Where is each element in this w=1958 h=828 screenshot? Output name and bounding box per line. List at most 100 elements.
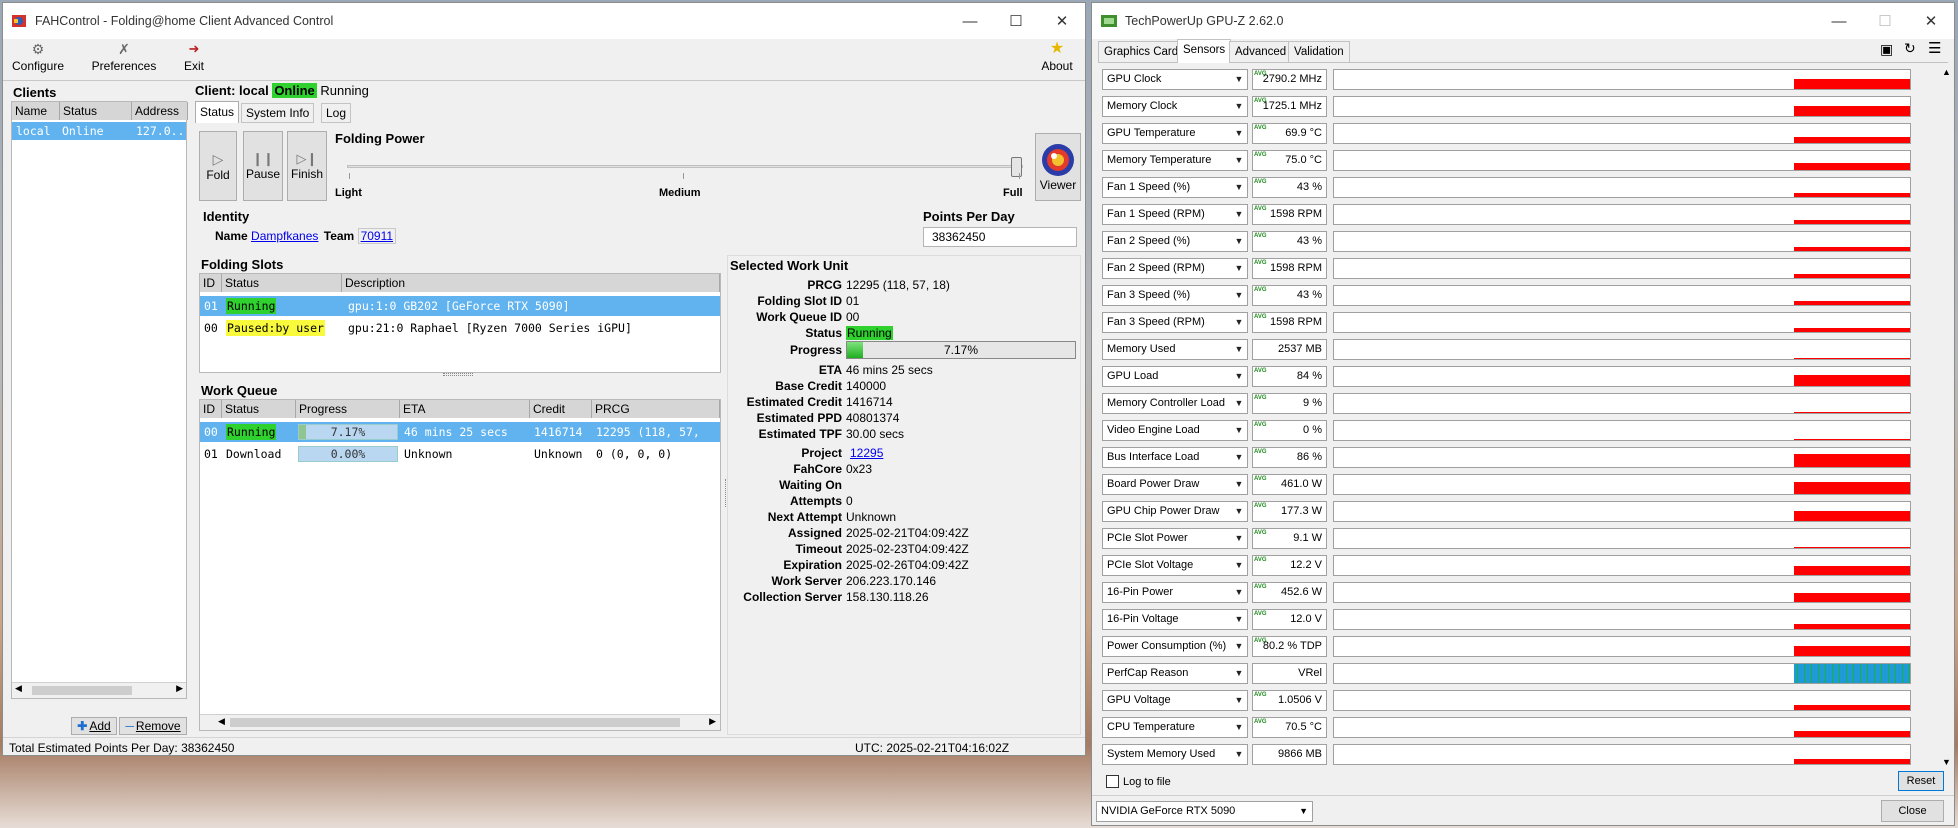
sensor-name-select[interactable]: GPU Chip Power Draw <box>1102 501 1248 522</box>
scroll-right-icon[interactable]: ▶ <box>176 683 183 694</box>
sensor-name-select[interactable]: Fan 1 Speed (%) <box>1102 177 1248 198</box>
chevron-down-icon[interactable]: ▼ <box>1232 746 1246 762</box>
reset-button[interactable]: Reset <box>1898 771 1944 791</box>
fold-button[interactable]: ▷ Fold <box>199 131 237 201</box>
chevron-down-icon[interactable]: ▼ <box>1232 125 1246 141</box>
chevron-down-icon[interactable]: ▼ <box>1232 341 1246 357</box>
clients-col-name[interactable]: Name <box>12 102 60 120</box>
tab-log[interactable]: Log <box>321 103 352 123</box>
chevron-down-icon[interactable]: ▼ <box>1232 71 1246 87</box>
device-select[interactable]: NVIDIA GeForce RTX 5090 ▼ <box>1096 801 1313 822</box>
tab-system-info[interactable]: System Info <box>241 103 315 123</box>
close-button[interactable]: ✕ <box>1908 3 1954 39</box>
identity-name-link[interactable]: Dampfkanes <box>251 229 318 243</box>
finish-button[interactable]: ▷❙ Finish <box>287 131 327 201</box>
client-row-local[interactable]: local Online 127.0... <box>12 122 186 140</box>
queue-row[interactable]: 00 Running 7.17% 46 mins 25 secs 1416714… <box>200 422 720 442</box>
chevron-down-icon[interactable]: ▼ <box>1232 179 1246 195</box>
sensor-name-select[interactable]: Fan 2 Speed (RPM) <box>1102 258 1248 279</box>
chevron-down-icon[interactable]: ▼ <box>1232 611 1246 627</box>
remove-client-button[interactable]: ─ Remove <box>119 717 187 735</box>
scroll-down-icon[interactable]: ▼ <box>1942 757 1951 767</box>
sensor-name-select[interactable]: GPU Temperature <box>1102 123 1248 144</box>
chevron-down-icon[interactable]: ▼ <box>1232 422 1246 438</box>
close-gpuz-button[interactable]: Close <box>1881 800 1944 822</box>
chevron-down-icon[interactable]: ▼ <box>1232 719 1246 735</box>
sensor-name-select[interactable]: PCIe Slot Voltage <box>1102 555 1248 576</box>
clients-col-status[interactable]: Status <box>60 102 132 120</box>
queue-col-id[interactable]: ID <box>200 400 222 418</box>
chevron-down-icon[interactable]: ▼ <box>1232 476 1246 492</box>
close-button[interactable]: ✕ <box>1039 3 1085 39</box>
identity-team-link[interactable]: 70911 <box>357 228 397 244</box>
wu-project-link[interactable]: 12295 <box>850 446 883 460</box>
queue-hscrollbar[interactable]: ◀ ▶ <box>200 714 720 730</box>
sensor-name-select[interactable]: Fan 3 Speed (RPM) <box>1102 312 1248 333</box>
scroll-up-icon[interactable]: ▲ <box>1942 67 1951 77</box>
chevron-down-icon[interactable]: ▼ <box>1232 233 1246 249</box>
sensor-name-select[interactable]: Board Power Draw <box>1102 474 1248 495</box>
menu-icon[interactable]: ☰ <box>1928 39 1941 57</box>
about-button[interactable]: ★ About <box>1037 39 1077 79</box>
chevron-down-icon[interactable]: ▼ <box>1232 152 1246 168</box>
slots-col-id[interactable]: ID <box>200 274 222 292</box>
fah-titlebar[interactable]: FAHControl - Folding@home Client Advance… <box>3 3 1085 39</box>
chevron-down-icon[interactable]: ▼ <box>1232 638 1246 654</box>
minimize-button[interactable]: — <box>947 3 993 39</box>
chevron-down-icon[interactable]: ▼ <box>1232 206 1246 222</box>
log-to-file-checkbox[interactable]: Log to file <box>1106 775 1171 788</box>
slot-row[interactable]: 01 Running gpu:1:0 GB202 [GeForce RTX 50… <box>200 296 720 316</box>
sensor-name-select[interactable]: PCIe Slot Power <box>1102 528 1248 549</box>
scroll-left-icon[interactable]: ◀ <box>15 683 22 694</box>
splitter-handle[interactable] <box>443 373 473 376</box>
tab-graphics-card[interactable]: Graphics Card <box>1098 41 1185 63</box>
chevron-down-icon[interactable]: ▼ <box>1232 368 1246 384</box>
refresh-icon[interactable]: ↻ <box>1904 40 1916 57</box>
sensor-name-select[interactable]: Memory Controller Load <box>1102 393 1248 414</box>
slots-col-status[interactable]: Status <box>222 274 342 292</box>
sensor-name-select[interactable]: Memory Used <box>1102 339 1248 360</box>
sensor-name-select[interactable]: Fan 2 Speed (%) <box>1102 231 1248 252</box>
sensor-name-select[interactable]: PerfCap Reason <box>1102 663 1248 684</box>
sensor-name-select[interactable]: 16-Pin Voltage <box>1102 609 1248 630</box>
tab-sensors[interactable]: Sensors <box>1177 39 1232 63</box>
sensor-name-select[interactable]: Memory Temperature <box>1102 150 1248 171</box>
chevron-down-icon[interactable]: ▼ <box>1232 314 1246 330</box>
queue-col-credit[interactable]: Credit <box>530 400 592 418</box>
checkbox-box[interactable] <box>1106 775 1119 788</box>
queue-scroll-thumb[interactable] <box>230 718 680 727</box>
scroll-left-icon[interactable]: ◀ <box>218 716 225 727</box>
chevron-down-icon[interactable]: ▼ <box>1232 98 1246 114</box>
tab-validation[interactable]: Validation <box>1288 41 1350 63</box>
preferences-button[interactable]: ✗ Preferences <box>83 39 165 79</box>
chevron-down-icon[interactable]: ▼ <box>1232 530 1246 546</box>
folding-slots-table[interactable]: ID Status Description 01 Running gpu:1:0… <box>199 273 721 373</box>
queue-col-progress[interactable]: Progress <box>296 400 400 418</box>
sensor-name-select[interactable]: Bus Interface Load <box>1102 447 1248 468</box>
maximize-button[interactable]: ☐ <box>993 3 1039 39</box>
sensor-name-select[interactable]: CPU Temperature <box>1102 717 1248 738</box>
sensor-name-select[interactable]: GPU Load <box>1102 366 1248 387</box>
clients-list[interactable]: Name Status Address local Online 127.0..… <box>11 101 188 699</box>
configure-button[interactable]: ⚙ Configure <box>7 39 69 79</box>
chevron-down-icon[interactable]: ▼ <box>1232 503 1246 519</box>
sensor-vscrollbar[interactable]: ▲ ▼ <box>1940 67 1954 767</box>
work-queue-table[interactable]: ID Status Progress ETA Credit PRCG 00 Ru… <box>199 399 721 731</box>
queue-col-prcg[interactable]: PRCG <box>592 400 720 418</box>
tab-advanced[interactable]: Advanced <box>1229 41 1293 63</box>
sensor-name-select[interactable]: Power Consumption (%) <box>1102 636 1248 657</box>
sensor-name-select[interactable]: Fan 1 Speed (RPM) <box>1102 204 1248 225</box>
slot-row[interactable]: 00 Paused:by user gpu:21:0 Raphael [Ryze… <box>200 318 720 338</box>
clients-scroll-thumb[interactable] <box>32 686 132 695</box>
add-client-button[interactable]: ✚ Add <box>71 717 117 735</box>
minimize-button[interactable]: — <box>1816 3 1862 39</box>
clients-col-address[interactable]: Address <box>132 102 188 120</box>
chevron-down-icon[interactable]: ▼ <box>1232 557 1246 573</box>
sensor-name-select[interactable]: Fan 3 Speed (%) <box>1102 285 1248 306</box>
chevron-down-icon[interactable]: ▼ <box>1232 665 1246 681</box>
queue-row[interactable]: 01 Download 0.00% Unknown Unknown 0 (0, … <box>200 444 720 464</box>
folding-power-thumb[interactable] <box>1011 157 1022 177</box>
sensor-name-select[interactable]: System Memory Used <box>1102 744 1248 765</box>
chevron-down-icon[interactable]: ▼ <box>1232 584 1246 600</box>
sensor-name-select[interactable]: Video Engine Load <box>1102 420 1248 441</box>
